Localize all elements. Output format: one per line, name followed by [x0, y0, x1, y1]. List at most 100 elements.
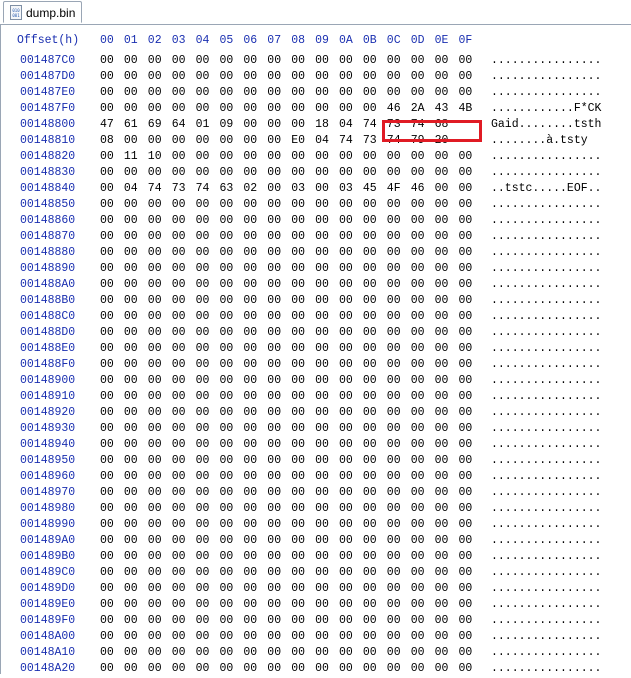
ascii-text[interactable]: ................ — [491, 374, 601, 387]
hex-byte[interactable]: 00 — [196, 246, 220, 259]
hex-byte[interactable]: 00 — [196, 70, 220, 83]
ascii-text[interactable]: ............F*CK — [491, 102, 601, 115]
hex-byte[interactable]: 69 — [148, 118, 172, 131]
hex-byte[interactable]: 00 — [435, 358, 459, 371]
hex-byte[interactable]: 00 — [411, 342, 435, 355]
hex-byte[interactable]: 00 — [172, 246, 196, 259]
hex-byte[interactable]: 00 — [196, 102, 220, 115]
hex-byte[interactable]: 00 — [291, 214, 315, 227]
hex-byte[interactable]: 00 — [267, 502, 291, 515]
ascii-text[interactable]: ................ — [491, 406, 601, 419]
hex-byte[interactable]: 00 — [100, 422, 124, 435]
hex-byte[interactable]: 00 — [435, 502, 459, 515]
hex-byte[interactable]: 00 — [100, 102, 124, 115]
hex-byte[interactable]: 00 — [220, 550, 244, 563]
ascii-text[interactable]: ................ — [491, 310, 601, 323]
hex-row[interactable]: 001489F0 00 00 00 00 00 00 00 00 00 00 00 00 00 00 00 00… — [1, 614, 631, 630]
hex-byte[interactable]: 00 — [243, 550, 267, 563]
hex-byte[interactable]: 00 — [124, 582, 148, 595]
ascii-text[interactable]: ................ — [491, 502, 601, 515]
hex-byte[interactable]: 00 — [435, 150, 459, 163]
hex-byte[interactable]: 00 — [315, 150, 339, 163]
hex-byte[interactable]: 00 — [148, 358, 172, 371]
hex-byte[interactable]: 00 — [387, 278, 411, 291]
hex-byte[interactable]: 00 — [291, 278, 315, 291]
hex-byte[interactable]: 00 — [220, 262, 244, 275]
ascii-text[interactable]: ................ — [491, 598, 601, 611]
hex-byte[interactable]: 00 — [172, 614, 196, 627]
hex-byte[interactable]: 46 — [411, 182, 435, 195]
hex-row[interactable]: 00148870 00 00 00 00 00 00 00 00 00 00 00 00 00 00 00 00… — [1, 230, 631, 246]
hex-byte[interactable]: 00 — [220, 454, 244, 467]
hex-byte[interactable]: 00 — [196, 278, 220, 291]
hex-byte[interactable]: 00 — [363, 662, 387, 675]
hex-byte[interactable]: 00 — [172, 310, 196, 323]
hex-row[interactable]: 001488E0 00 00 00 00 00 00 00 00 00 00 00 00 00 00 00 00… — [1, 342, 631, 358]
hex-byte[interactable]: 00 — [267, 566, 291, 579]
ascii-text[interactable]: ................ — [491, 486, 601, 499]
hex-byte[interactable]: 00 — [196, 566, 220, 579]
hex-row[interactable]: 001487F0 00 00 00 00 00 00 00 00 00 00 00 00 46 2A 43 4B… — [1, 102, 631, 118]
hex-byte[interactable]: 00 — [339, 550, 363, 563]
hex-byte[interactable]: 00 — [124, 102, 148, 115]
hex-byte[interactable]: 00 — [387, 358, 411, 371]
hex-byte[interactable]: 00 — [220, 54, 244, 67]
hex-byte[interactable]: 00 — [411, 438, 435, 451]
hex-byte[interactable]: 00 — [267, 438, 291, 451]
ascii-text[interactable]: ................ — [491, 230, 601, 243]
hex-byte[interactable]: 00 — [363, 582, 387, 595]
hex-byte[interactable]: 00 — [243, 150, 267, 163]
hex-byte[interactable]: 00 — [243, 326, 267, 339]
hex-byte[interactable]: 00 — [124, 550, 148, 563]
hex-byte[interactable]: 00 — [387, 294, 411, 307]
hex-byte[interactable]: 00 — [387, 374, 411, 387]
hex-byte[interactable]: 09 — [220, 118, 244, 131]
hex-byte[interactable]: 00 — [220, 518, 244, 531]
hex-byte[interactable]: 00 — [220, 294, 244, 307]
hex-byte[interactable]: 00 — [459, 246, 483, 259]
hex-byte[interactable]: 00 — [291, 646, 315, 659]
hex-byte[interactable]: 00 — [196, 438, 220, 451]
hex-byte[interactable]: 00 — [124, 358, 148, 371]
hex-byte[interactable]: 00 — [148, 550, 172, 563]
hex-byte[interactable]: 00 — [100, 534, 124, 547]
hex-byte[interactable]: 00 — [148, 278, 172, 291]
hex-byte[interactable]: 00 — [243, 278, 267, 291]
hex-byte[interactable]: 00 — [411, 582, 435, 595]
hex-row[interactable]: 00148830 00 00 00 00 00 00 00 00 00 00 00 00 00 00 00 00… — [1, 166, 631, 182]
hex-byte[interactable]: 00 — [315, 566, 339, 579]
hex-row[interactable]: 001488A0 00 00 00 00 00 00 00 00 00 00 00 00 00 00 00 00… — [1, 278, 631, 294]
ascii-text[interactable]: ................ — [491, 534, 601, 547]
hex-byte[interactable]: 00 — [363, 278, 387, 291]
hex-byte[interactable]: 10 — [148, 150, 172, 163]
hex-byte[interactable]: 4F — [387, 182, 411, 195]
hex-byte[interactable]: 00 — [435, 278, 459, 291]
hex-byte[interactable]: 11 — [124, 150, 148, 163]
hex-byte[interactable]: 73 — [172, 182, 196, 195]
hex-row[interactable]: 00148950 00 00 00 00 00 00 00 00 00 00 00 00 00 00 00 00… — [1, 454, 631, 470]
hex-byte[interactable]: 00 — [411, 54, 435, 67]
hex-byte[interactable]: 00 — [291, 118, 315, 131]
hex-byte[interactable]: 00 — [315, 326, 339, 339]
hex-byte[interactable]: 00 — [459, 294, 483, 307]
hex-byte[interactable]: 00 — [387, 198, 411, 211]
hex-byte[interactable]: 00 — [196, 86, 220, 99]
hex-byte[interactable]: 00 — [267, 54, 291, 67]
hex-byte[interactable]: 00 — [196, 470, 220, 483]
hex-byte[interactable]: 00 — [291, 54, 315, 67]
hex-byte[interactable]: 00 — [315, 214, 339, 227]
ascii-text[interactable]: ................ — [491, 246, 601, 259]
hex-byte[interactable]: 00 — [411, 630, 435, 643]
hex-byte[interactable]: 00 — [435, 662, 459, 675]
hex-byte[interactable]: 00 — [315, 358, 339, 371]
hex-byte[interactable]: 00 — [291, 70, 315, 83]
hex-byte[interactable]: 00 — [220, 662, 244, 675]
hex-byte[interactable]: 00 — [100, 86, 124, 99]
hex-byte[interactable]: 00 — [243, 646, 267, 659]
hex-byte[interactable]: 00 — [243, 390, 267, 403]
hex-byte[interactable]: 00 — [196, 134, 220, 147]
hex-byte[interactable]: 00 — [387, 422, 411, 435]
hex-byte[interactable]: 00 — [100, 406, 124, 419]
hex-byte[interactable]: 00 — [459, 182, 483, 195]
hex-byte[interactable]: 03 — [339, 182, 363, 195]
